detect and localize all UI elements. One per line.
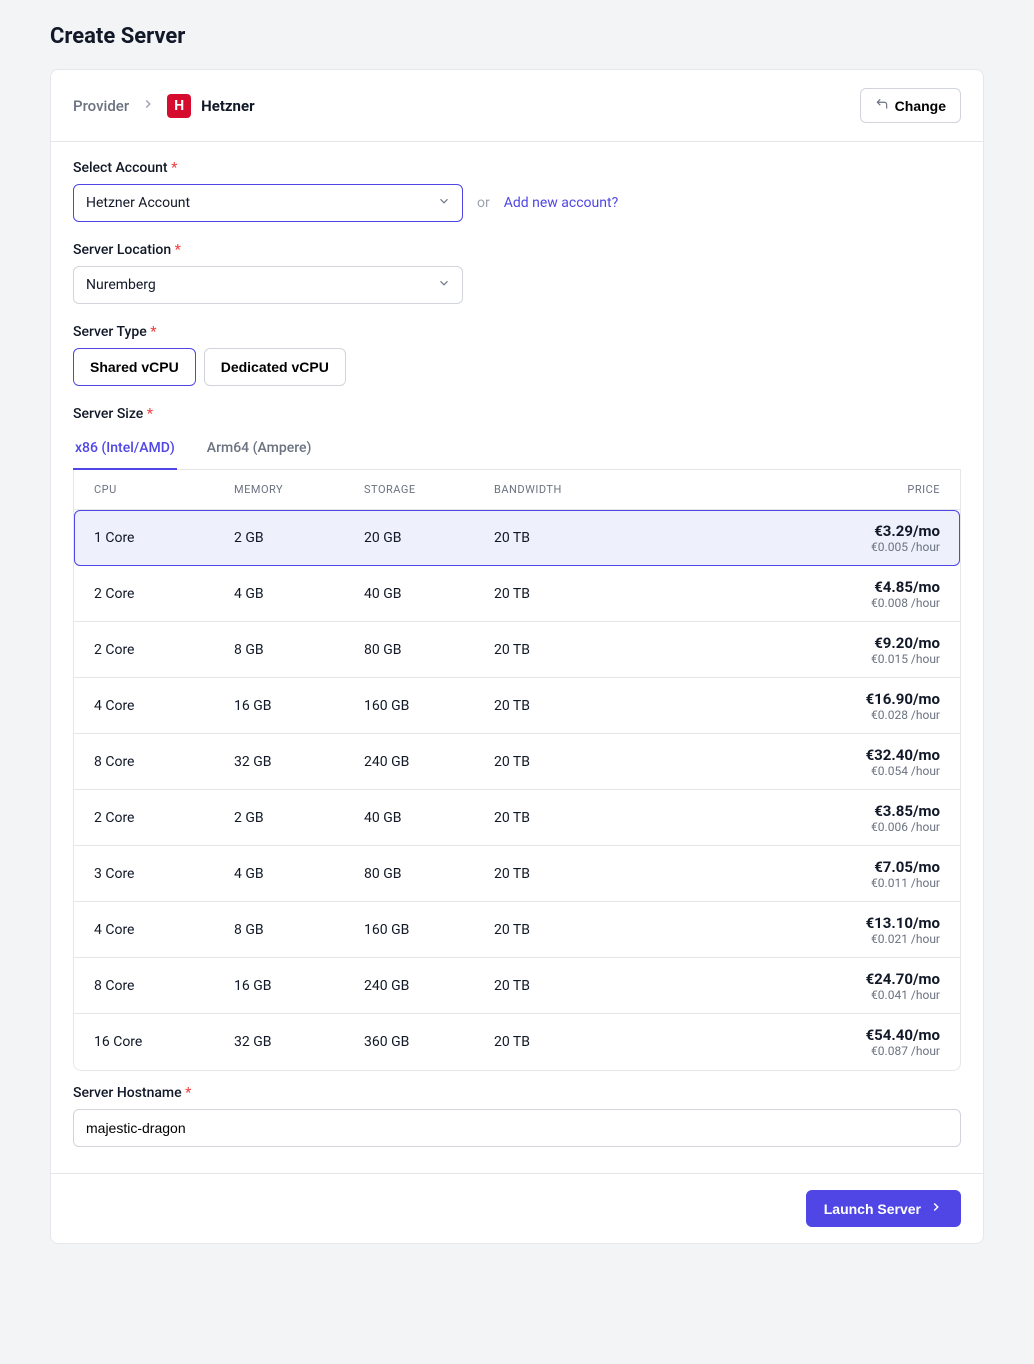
- cell-bandwidth: 20 TB: [494, 922, 760, 938]
- cell-price: €54.40/mo€0.087 /hour: [760, 1026, 940, 1058]
- cell-storage: 20 GB: [364, 530, 494, 546]
- cell-cpu: 2 Core: [94, 810, 234, 826]
- cell-bandwidth: 20 TB: [494, 810, 760, 826]
- cell-bandwidth: 20 TB: [494, 698, 760, 714]
- launch-server-button[interactable]: Launch Server: [806, 1190, 961, 1227]
- cell-memory: 4 GB: [234, 586, 364, 602]
- cell-memory: 32 GB: [234, 754, 364, 770]
- cell-price: €3.85/mo€0.006 /hour: [760, 802, 940, 834]
- server-type-label: Server Type *: [73, 324, 961, 340]
- cell-cpu: 2 Core: [94, 586, 234, 602]
- cell-price: €7.05/mo€0.011 /hour: [760, 858, 940, 890]
- cell-storage: 160 GB: [364, 922, 494, 938]
- add-account-link[interactable]: Add new account?: [504, 195, 618, 211]
- cell-storage: 40 GB: [364, 810, 494, 826]
- cell-cpu: 4 Core: [94, 922, 234, 938]
- hostname-label: Server Hostname *: [73, 1085, 961, 1101]
- col-storage: STORAGE: [364, 483, 494, 496]
- cell-price: €24.70/mo€0.041 /hour: [760, 970, 940, 1002]
- cell-cpu: 4 Core: [94, 698, 234, 714]
- cell-bandwidth: 20 TB: [494, 530, 760, 546]
- cell-bandwidth: 20 TB: [494, 1034, 760, 1050]
- size-row[interactable]: 8 Core32 GB240 GB20 TB€32.40/mo€0.054 /h…: [74, 734, 960, 790]
- provider-brand: H Hetzner: [167, 94, 254, 118]
- cell-memory: 16 GB: [234, 698, 364, 714]
- or-text: or: [477, 195, 490, 211]
- chevron-right-icon: [929, 1200, 943, 1217]
- cell-storage: 160 GB: [364, 698, 494, 714]
- col-memory: MEMORY: [234, 483, 364, 496]
- size-row[interactable]: 2 Core4 GB40 GB20 TB€4.85/mo€0.008 /hour: [74, 566, 960, 622]
- cell-bandwidth: 20 TB: [494, 586, 760, 602]
- cell-cpu: 16 Core: [94, 1034, 234, 1050]
- col-price: PRICE: [760, 483, 940, 496]
- cell-cpu: 8 Core: [94, 754, 234, 770]
- account-label: Select Account *: [73, 160, 961, 176]
- cell-bandwidth: 20 TB: [494, 866, 760, 882]
- cell-memory: 4 GB: [234, 866, 364, 882]
- cell-price: €16.90/mo€0.028 /hour: [760, 690, 940, 722]
- size-row[interactable]: 1 Core2 GB20 GB20 TB€3.29/mo€0.005 /hour: [74, 510, 960, 566]
- change-provider-button[interactable]: Change: [860, 88, 961, 123]
- hostname-input[interactable]: [73, 1109, 961, 1147]
- cell-storage: 80 GB: [364, 642, 494, 658]
- size-row[interactable]: 8 Core16 GB240 GB20 TB€24.70/mo€0.041 /h…: [74, 958, 960, 1014]
- chevron-right-icon: [141, 97, 155, 115]
- provider-name: Hetzner: [201, 97, 254, 115]
- cell-bandwidth: 20 TB: [494, 642, 760, 658]
- undo-icon: [875, 97, 889, 114]
- cell-bandwidth: 20 TB: [494, 754, 760, 770]
- location-label: Server Location *: [73, 242, 961, 258]
- cell-storage: 240 GB: [364, 754, 494, 770]
- col-bandwidth: BANDWIDTH: [494, 483, 760, 496]
- cell-memory: 8 GB: [234, 922, 364, 938]
- hetzner-icon: H: [167, 94, 191, 118]
- size-row[interactable]: 2 Core2 GB40 GB20 TB€3.85/mo€0.006 /hour: [74, 790, 960, 846]
- cell-cpu: 8 Core: [94, 978, 234, 994]
- location-select[interactable]: Nuremberg: [73, 266, 463, 304]
- cell-price: €3.29/mo€0.005 /hour: [760, 522, 940, 554]
- create-server-card: Provider H Hetzner Change Sele: [50, 69, 984, 1244]
- arch-tab[interactable]: x86 (Intel/AMD): [73, 430, 177, 470]
- breadcrumb: Provider H Hetzner: [73, 94, 255, 118]
- cell-cpu: 3 Core: [94, 866, 234, 882]
- server-size-label: Server Size *: [73, 406, 961, 422]
- change-button-label: Change: [895, 98, 946, 114]
- size-row[interactable]: 4 Core16 GB160 GB20 TB€16.90/mo€0.028 /h…: [74, 678, 960, 734]
- cell-cpu: 2 Core: [94, 642, 234, 658]
- size-table-header: CPU MEMORY STORAGE BANDWIDTH PRICE: [74, 470, 960, 510]
- account-select[interactable]: Hetzner Account: [73, 184, 463, 222]
- cell-memory: 16 GB: [234, 978, 364, 994]
- server-type-option[interactable]: Dedicated vCPU: [204, 348, 346, 386]
- cell-memory: 2 GB: [234, 530, 364, 546]
- cell-price: €32.40/mo€0.054 /hour: [760, 746, 940, 778]
- cell-memory: 32 GB: [234, 1034, 364, 1050]
- cell-memory: 2 GB: [234, 810, 364, 826]
- cell-price: €13.10/mo€0.021 /hour: [760, 914, 940, 946]
- breadcrumb-provider-label: Provider: [73, 97, 129, 115]
- col-cpu: CPU: [94, 483, 234, 496]
- cell-memory: 8 GB: [234, 642, 364, 658]
- size-row[interactable]: 4 Core8 GB160 GB20 TB€13.10/mo€0.021 /ho…: [74, 902, 960, 958]
- launch-button-label: Launch Server: [824, 1201, 921, 1217]
- cell-storage: 40 GB: [364, 586, 494, 602]
- cell-cpu: 1 Core: [94, 530, 234, 546]
- size-row[interactable]: 2 Core8 GB80 GB20 TB€9.20/mo€0.015 /hour: [74, 622, 960, 678]
- cell-price: €4.85/mo€0.008 /hour: [760, 578, 940, 610]
- size-row[interactable]: 16 Core32 GB360 GB20 TB€54.40/mo€0.087 /…: [74, 1014, 960, 1070]
- size-row[interactable]: 3 Core4 GB80 GB20 TB€7.05/mo€0.011 /hour: [74, 846, 960, 902]
- cell-storage: 240 GB: [364, 978, 494, 994]
- page-title: Create Server: [50, 24, 984, 49]
- arch-tab[interactable]: Arm64 (Ampere): [205, 430, 314, 470]
- server-type-option[interactable]: Shared vCPU: [73, 348, 196, 386]
- cell-storage: 80 GB: [364, 866, 494, 882]
- cell-bandwidth: 20 TB: [494, 978, 760, 994]
- cell-price: €9.20/mo€0.015 /hour: [760, 634, 940, 666]
- cell-storage: 360 GB: [364, 1034, 494, 1050]
